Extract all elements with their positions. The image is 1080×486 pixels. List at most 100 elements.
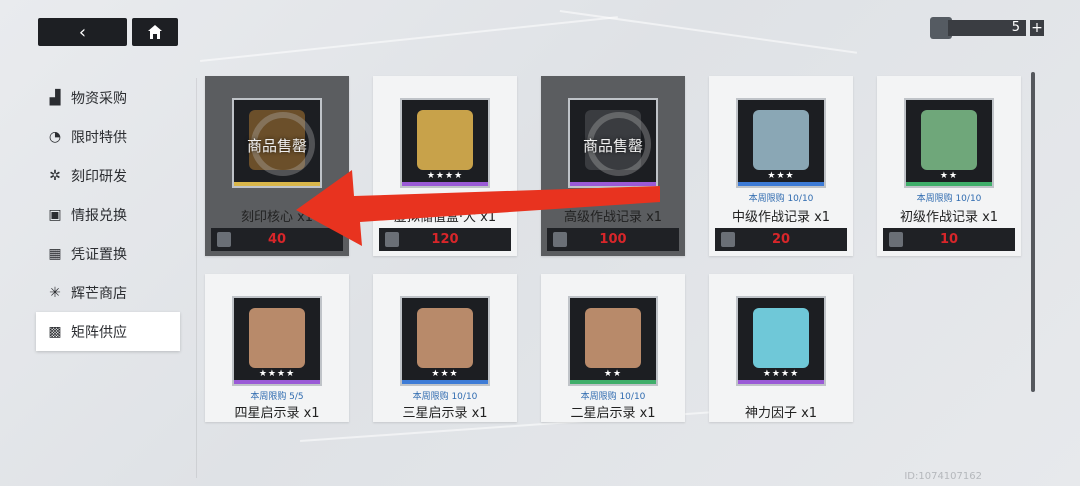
sidebar-item-label: 情报兑换: [71, 207, 127, 224]
sparkle-icon: ✳: [49, 284, 61, 301]
currency-amount: 5: [948, 20, 1026, 36]
shop-item-card[interactable]: ★★★★ 本周限购 5/5 四星启示录 x1: [205, 274, 349, 422]
rarity-stars: ★★★★: [258, 369, 296, 379]
sidebar-item[interactable]: ▟ 物资采购: [36, 78, 180, 117]
shop-sidebar: ▟ 物资采购 ◔ 限时特供 ✲ 刻印研发 ▣ 情报兑换 ▦ 凭证置换 ✳ 辉芒商店 ▩ 矩阵供应: [36, 78, 180, 351]
purchase-limit: 本周限购 10/10: [748, 194, 814, 204]
sidebar-item-label: 矩阵供应: [71, 324, 127, 341]
item-art: [753, 308, 809, 368]
item-name: 刻印核心 x1: [240, 210, 314, 225]
divider: [196, 78, 197, 478]
item-thumbnail: ★★: [568, 296, 658, 386]
item-thumbnail: ★★: [904, 98, 994, 188]
rarity-stars: ★★: [939, 171, 959, 181]
background-decor: [200, 16, 618, 62]
shop-item-card[interactable]: 商品售罄高级作战记录 x1 100: [541, 76, 685, 256]
sidebar-item-label: 辉芒商店: [71, 285, 127, 302]
item-thumbnail: 商品售罄: [568, 98, 658, 188]
sidebar-item-label: 凭证置换: [71, 246, 127, 263]
item-name: 二星启示录 x1: [570, 406, 656, 421]
add-currency-button[interactable]: +: [1030, 20, 1044, 36]
gear-badge-icon: ✲: [49, 167, 61, 184]
shop-item-card[interactable]: ★★★★ 神力因子 x1: [709, 274, 853, 422]
item-art: [417, 308, 473, 368]
id-card-icon: ▣: [48, 206, 62, 223]
price-tag: 10: [883, 228, 1015, 251]
item-art: [249, 308, 305, 368]
shop-item-card[interactable]: ★★★★ 虚拟储值盒·大 x1 120: [373, 76, 517, 256]
price-value: 120: [431, 232, 459, 247]
item-thumbnail: ★★★★: [232, 296, 322, 386]
sidebar-item[interactable]: ✲ 刻印研发: [36, 156, 180, 195]
currency-display: 5 +: [930, 17, 1044, 39]
item-name: 四星启示录 x1: [234, 406, 320, 421]
shop-item-card[interactable]: 商品售罄刻印核心 x1 40: [205, 76, 349, 256]
shop-item-card[interactable]: ★★★ 本周限购 10/10 中级作战记录 x1 20: [709, 76, 853, 256]
shop-item-card[interactable]: ★★★ 本周限购 10/10 三星启示录 x1: [373, 274, 517, 422]
sidebar-item[interactable]: ◔ 限时特供: [36, 117, 180, 156]
price-tag: 40: [211, 228, 343, 251]
item-thumbnail: ★★★: [736, 98, 826, 188]
purchase-limit: 本周限购 10/10: [916, 194, 982, 204]
item-thumbnail: 商品售罄: [232, 98, 322, 188]
rarity-bar: [402, 380, 488, 384]
price-value: 10: [939, 232, 959, 247]
background-decor: [559, 10, 858, 54]
item-thumbnail: ★★★: [400, 296, 490, 386]
sidebar-item-label: 限时特供: [71, 129, 127, 146]
item-name: 高级作战记录 x1: [563, 210, 663, 225]
purchase-limit: 本周限购 10/10: [412, 392, 478, 402]
rarity-stars: ★★★: [431, 369, 459, 379]
rarity-bar: [234, 380, 320, 384]
rarity-stars: ★★★★: [426, 171, 464, 181]
rarity-bar: [402, 182, 488, 186]
item-art: [585, 308, 641, 368]
shop-item-card[interactable]: ★★ 本周限购 10/10 二星启示录 x1: [541, 274, 685, 422]
sidebar-item[interactable]: ✳ 辉芒商店: [36, 273, 180, 312]
item-thumbnail: ★★★★: [400, 98, 490, 188]
item-name: 三星启示录 x1: [402, 406, 488, 421]
sidebar-item[interactable]: ▦ 凭证置换: [36, 234, 180, 273]
rarity-stars: ★★★★: [762, 369, 800, 379]
rarity-stars: ★★: [603, 369, 623, 379]
sold-out-label: 商品售罄: [246, 137, 307, 155]
price-value: 40: [267, 232, 287, 247]
user-id: ID:1074107162: [904, 471, 982, 482]
price-tag: 120: [379, 228, 511, 251]
chevron-left-icon: ‹: [78, 21, 87, 43]
sidebar-item-label: 物资采购: [71, 90, 127, 107]
voucher-icon: ▦: [48, 245, 62, 262]
price-tag: 100: [547, 228, 679, 251]
sidebar-item[interactable]: ▩ 矩阵供应: [36, 312, 180, 351]
scrollbar[interactable]: [1031, 72, 1035, 392]
rarity-bar: [570, 380, 656, 384]
item-art: [417, 110, 473, 170]
item-name: 虚拟储值盒·大 x1: [393, 210, 497, 225]
rarity-bar: [570, 182, 656, 186]
price-value: 20: [771, 232, 791, 247]
price-tag: 20: [715, 228, 847, 251]
price-value: 100: [599, 232, 627, 247]
home-icon: [148, 25, 162, 39]
purchase-limit: 本周限购 10/10: [580, 392, 646, 402]
rarity-bar: [738, 182, 824, 186]
rarity-bar: [234, 182, 320, 186]
matrix-icon: ▩: [48, 323, 62, 340]
item-name: 初级作战记录 x1: [899, 210, 999, 225]
home-button[interactable]: [132, 18, 178, 46]
item-name: 神力因子 x1: [744, 406, 818, 421]
back-button[interactable]: ‹: [38, 18, 127, 46]
sidebar-item[interactable]: ▣ 情报兑换: [36, 195, 180, 234]
item-name: 中级作战记录 x1: [731, 210, 831, 225]
sidebar-item-label: 刻印研发: [71, 168, 127, 185]
item-art: [921, 110, 977, 170]
purchase-limit: 本周限购 5/5: [250, 392, 304, 402]
rarity-bar: [906, 182, 992, 186]
rarity-stars: ★★★: [767, 171, 795, 181]
crate-icon: ▟: [49, 89, 61, 106]
item-thumbnail: ★★★★: [736, 296, 826, 386]
shop-item-card[interactable]: ★★ 本周限购 10/10 初级作战记录 x1 10: [877, 76, 1021, 256]
rarity-bar: [738, 380, 824, 384]
item-art: [753, 110, 809, 170]
clock-badge-icon: ◔: [48, 128, 62, 145]
